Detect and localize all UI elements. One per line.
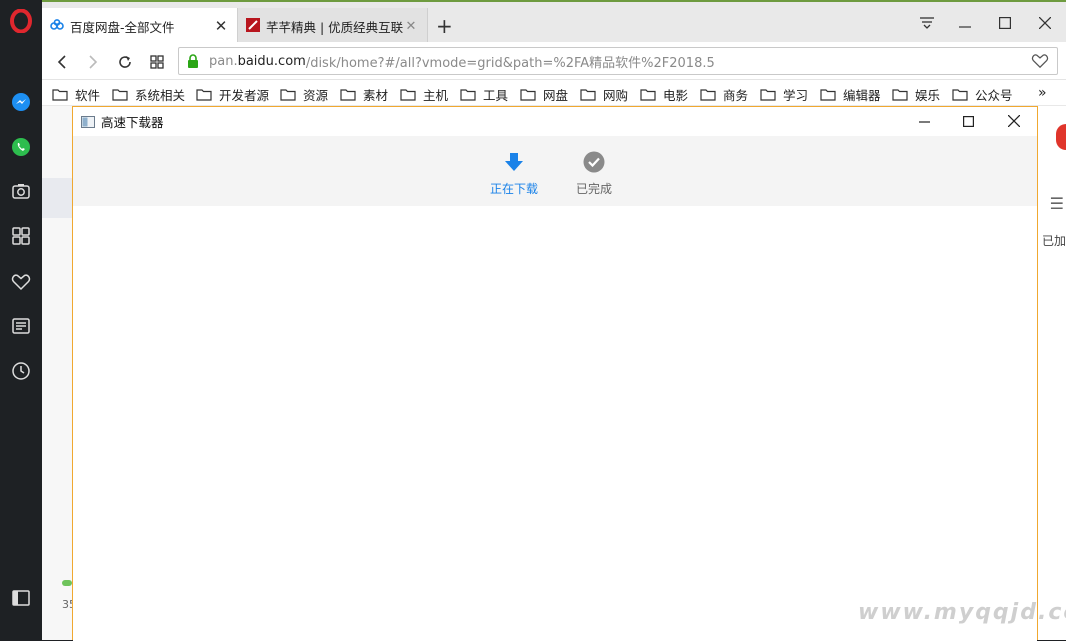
bookmark-heart-icon[interactable] bbox=[1031, 53, 1049, 73]
bookmarks-bar: 软件 系统相关 开发者源 资源 素材 主机 工具 网盘 网购 电影 商务 学习 … bbox=[42, 80, 1066, 106]
maximize-icon[interactable] bbox=[990, 12, 1020, 34]
bookmark-folder[interactable]: 系统相关 bbox=[112, 85, 185, 104]
whatsapp-icon[interactable] bbox=[9, 135, 33, 159]
folder-icon bbox=[280, 88, 296, 101]
dialog-title-bar[interactable]: 高速下载器 bbox=[73, 107, 1037, 136]
url-field[interactable]: pan. baidu.com/disk/home?#/all?vmode=grid… bbox=[178, 47, 1058, 75]
address-bar: pan. baidu.com/disk/home?#/all?vmode=grid… bbox=[42, 42, 1066, 80]
sidebar-toggle-icon[interactable] bbox=[9, 586, 33, 610]
bookmark-folder[interactable]: 公众号 bbox=[952, 85, 1013, 104]
back-icon[interactable] bbox=[51, 51, 73, 73]
folder-icon bbox=[952, 88, 968, 101]
watermark-text: www.myqqjd.com bbox=[858, 600, 1066, 625]
folder-icon bbox=[112, 88, 128, 101]
url-host: baidu.com bbox=[237, 53, 306, 69]
download-list-area bbox=[73, 206, 1037, 641]
bookmark-folder[interactable]: 工具 bbox=[460, 85, 508, 104]
menu-list-icon[interactable]: ☰ bbox=[1050, 194, 1064, 213]
folder-icon bbox=[400, 88, 416, 101]
bookmark-folder[interactable]: 主机 bbox=[400, 85, 448, 104]
tab-label: 百度网盘-全部文件 bbox=[70, 19, 175, 35]
tab-bar: 百度网盘-全部文件 ✕ 芊芊精典 | 优质经典互联网 ✕ + bbox=[42, 0, 1066, 44]
url-path: /disk/home?#/all?vmode=grid&path=%2FA精品软… bbox=[305, 55, 715, 71]
folder-icon bbox=[760, 88, 776, 101]
new-tab-button[interactable]: + bbox=[436, 16, 453, 36]
speed-dial-grid-icon[interactable] bbox=[146, 51, 168, 73]
lock-icon bbox=[187, 54, 199, 68]
bookmark-folder[interactable]: 编辑器 bbox=[820, 85, 881, 104]
tab-baidu-pan[interactable]: 百度网盘-全部文件 ✕ bbox=[42, 8, 238, 44]
folder-icon bbox=[892, 88, 908, 101]
forward-icon[interactable] bbox=[82, 51, 104, 73]
dialog-close-icon[interactable] bbox=[1001, 110, 1027, 132]
baidu-pan-favicon-icon bbox=[50, 18, 64, 34]
bookmark-folder[interactable]: 软件 bbox=[52, 85, 100, 104]
folder-icon bbox=[700, 88, 716, 101]
folder-icon bbox=[640, 88, 656, 101]
bookmark-folder[interactable]: 开发者源 bbox=[196, 85, 269, 104]
folder-icon bbox=[460, 88, 476, 101]
avatar-badge[interactable] bbox=[1056, 124, 1066, 150]
dialog-title: 高速下载器 bbox=[101, 115, 164, 130]
tab-label: 正在下载 bbox=[489, 182, 538, 196]
opera-logo-icon[interactable] bbox=[10, 8, 32, 34]
folder-icon bbox=[520, 88, 536, 101]
app-window-icon bbox=[81, 115, 95, 128]
bookmark-folder[interactable]: 素材 bbox=[340, 85, 388, 104]
tab-qianqian[interactable]: 芊芊精典 | 优质经典互联网 ✕ bbox=[238, 8, 428, 44]
folder-icon bbox=[196, 88, 212, 101]
tab-close-icon[interactable]: ✕ bbox=[403, 19, 419, 34]
tab-completed[interactable]: 已完成 bbox=[559, 150, 629, 197]
bookmark-folder[interactable]: 网盘 bbox=[520, 85, 568, 104]
bookmark-folder[interactable]: 娱乐 bbox=[892, 85, 940, 104]
downloader-dialog: 高速下载器 正在下载 已完成 bbox=[72, 106, 1038, 641]
bookmarks-more-button[interactable]: » bbox=[1038, 85, 1047, 101]
bookmark-folder[interactable]: 商务 bbox=[700, 85, 748, 104]
dialog-minimize-icon[interactable] bbox=[911, 110, 937, 132]
bookmark-folder[interactable]: 网购 bbox=[580, 85, 628, 104]
folder-icon bbox=[820, 88, 836, 101]
bookmark-folder[interactable]: 电影 bbox=[640, 85, 688, 104]
tab-downloading[interactable]: 正在下载 bbox=[479, 150, 549, 197]
news-icon[interactable] bbox=[9, 314, 33, 338]
messenger-icon[interactable] bbox=[9, 90, 33, 114]
bookmark-folder[interactable]: 学习 bbox=[760, 85, 808, 104]
heart-icon[interactable] bbox=[9, 270, 33, 294]
opera-sidebar bbox=[0, 0, 42, 640]
folder-icon bbox=[340, 88, 356, 101]
history-clock-icon[interactable] bbox=[9, 359, 33, 383]
tab-label: 芊芊精典 | 优质经典互联网 bbox=[266, 19, 403, 35]
page-nav-highlight bbox=[42, 178, 72, 218]
speed-dial-icon[interactable] bbox=[9, 224, 33, 248]
camera-icon[interactable] bbox=[9, 179, 33, 203]
tab-close-icon[interactable]: ✕ bbox=[213, 17, 229, 35]
folder-icon bbox=[52, 88, 68, 101]
check-circle-icon bbox=[582, 150, 606, 174]
close-window-icon[interactable] bbox=[1030, 12, 1060, 34]
added-label: 已加 bbox=[1041, 234, 1066, 248]
tab-label: 已完成 bbox=[575, 182, 612, 196]
quota-progress-bar bbox=[62, 580, 72, 586]
tab-menu-icon[interactable] bbox=[912, 12, 942, 34]
folder-icon bbox=[580, 88, 596, 101]
bookmark-folder[interactable]: 资源 bbox=[280, 85, 328, 104]
minimize-icon[interactable] bbox=[950, 12, 980, 34]
dialog-maximize-icon[interactable] bbox=[955, 110, 981, 132]
download-arrow-icon bbox=[502, 150, 526, 174]
qianqian-favicon-icon bbox=[246, 17, 260, 35]
dialog-tab-toolbar: 正在下载 已完成 bbox=[73, 136, 1037, 206]
reload-icon[interactable] bbox=[114, 51, 136, 73]
url-prefix: pan. bbox=[209, 53, 238, 69]
